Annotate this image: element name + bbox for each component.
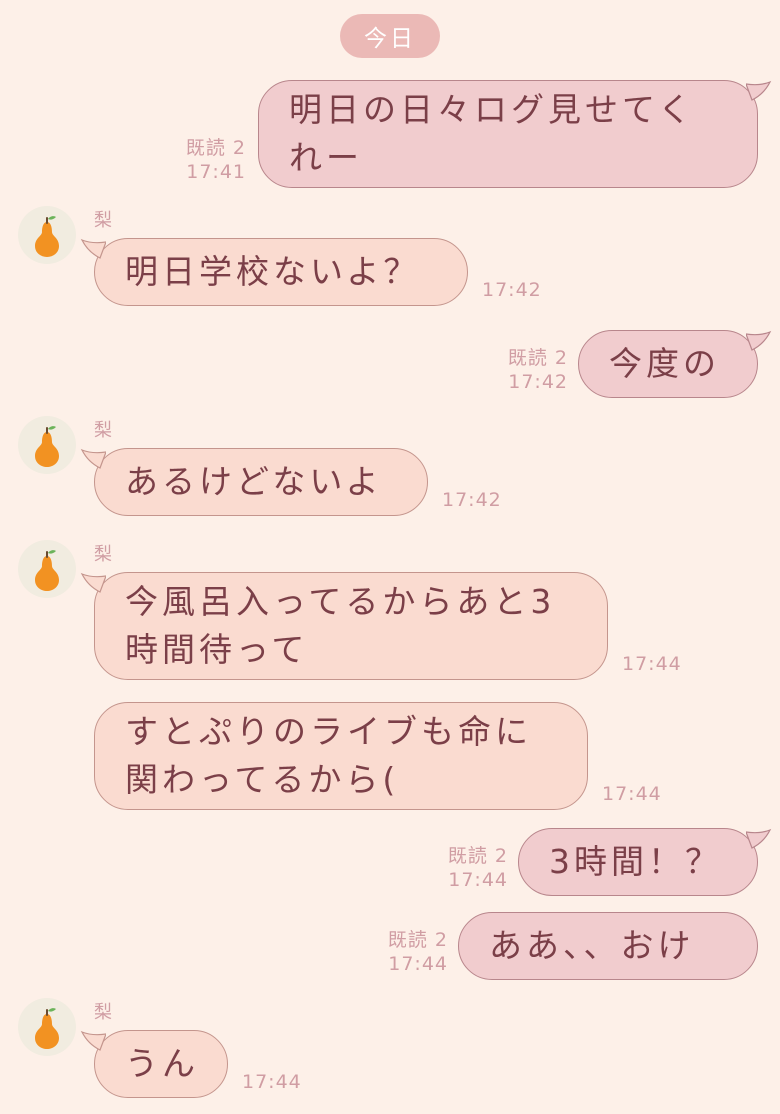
incoming-message-bubble[interactable]: 明日学校ないよ？ xyxy=(94,238,468,306)
bubble-tail xyxy=(746,828,772,849)
pear-icon xyxy=(35,1008,59,1049)
message-text-line: すとぷりのライブも命に xyxy=(125,712,532,751)
message-time: 17:42 xyxy=(442,489,502,511)
bubble-tail xyxy=(80,572,106,593)
message-text-line: 時間待って xyxy=(125,630,309,669)
message-time: 17:44 xyxy=(448,869,508,891)
date-label: 今日 xyxy=(364,26,416,52)
sender-name: 梨 xyxy=(94,1002,113,1023)
message-meta: 既読 2 17:44 xyxy=(350,928,448,976)
sender-avatar[interactable] xyxy=(18,998,76,1056)
bubble-tail xyxy=(746,80,772,101)
read-receipt: 既読 2 xyxy=(387,929,448,951)
message-text-line: 明日の日々ログ見せてく xyxy=(289,90,696,129)
read-receipt: 既読 2 xyxy=(447,845,508,867)
message-time: 17:41 xyxy=(186,161,246,183)
incoming-message-bubble[interactable]: あるけどないよ xyxy=(94,448,428,516)
pear-icon xyxy=(35,216,59,257)
sender-name: 梨 xyxy=(94,210,113,231)
read-receipt: 既読 2 xyxy=(185,137,246,159)
message-text-line: 関わってるから( xyxy=(125,760,400,799)
message-text-line: うん xyxy=(125,1044,199,1083)
message-time: 17:42 xyxy=(508,371,568,393)
bubble-tail xyxy=(746,330,772,351)
incoming-message-bubble[interactable]: うん xyxy=(94,1030,228,1098)
outgoing-message-bubble[interactable]: 今度の xyxy=(578,330,758,398)
message-time: 17:44 xyxy=(242,1071,302,1093)
pear-icon xyxy=(35,550,59,591)
sender-avatar[interactable] xyxy=(18,416,76,474)
outgoing-message-bubble[interactable]: ああ、、おけ xyxy=(458,912,758,980)
sender-avatar[interactable] xyxy=(18,540,76,598)
sender-avatar[interactable] xyxy=(18,206,76,264)
message-meta: 既読 2 17:42 xyxy=(470,346,568,394)
bubble-tail xyxy=(80,448,106,469)
message-meta: 既読 2 17:41 xyxy=(150,136,246,184)
message-text-line: 今風呂入ってるからあと3 xyxy=(125,582,556,621)
outgoing-message-bubble[interactable]: 3時間！？ xyxy=(518,828,758,896)
message-text-line: 3時間！？ xyxy=(549,842,722,881)
message-time: 17:42 xyxy=(482,279,542,301)
message-text-line: ああ、、おけ xyxy=(489,926,695,965)
pear-icon xyxy=(35,426,59,467)
message-time: 17:44 xyxy=(622,653,682,675)
chat-area[interactable]: 今日 既読 2 17:41 明日の日々ログ見せてく れー 梨 明日学校ないよ？ … xyxy=(0,0,780,1114)
outgoing-message-bubble[interactable]: 明日の日々ログ見せてく れー xyxy=(258,80,758,188)
sender-name: 梨 xyxy=(94,544,113,565)
bubble-tail xyxy=(80,238,106,259)
sender-name: 梨 xyxy=(94,420,113,441)
bubble-tail xyxy=(80,1030,106,1051)
date-separator: 今日 xyxy=(340,14,440,58)
message-text-line: 今度の xyxy=(609,344,720,383)
message-text-line: あるけどないよ xyxy=(125,462,383,501)
message-text-line: れー xyxy=(289,138,363,177)
message-text-line: 明日学校ないよ？ xyxy=(125,252,421,291)
message-time: 17:44 xyxy=(388,953,448,975)
message-time: 17:44 xyxy=(602,783,662,805)
message-meta: 既読 2 17:44 xyxy=(410,844,508,892)
read-receipt: 既読 2 xyxy=(507,347,568,369)
incoming-message-bubble[interactable]: すとぷりのライブも命に 関わってるから( xyxy=(94,702,588,810)
incoming-message-bubble[interactable]: 今風呂入ってるからあと3 時間待って xyxy=(94,572,608,680)
